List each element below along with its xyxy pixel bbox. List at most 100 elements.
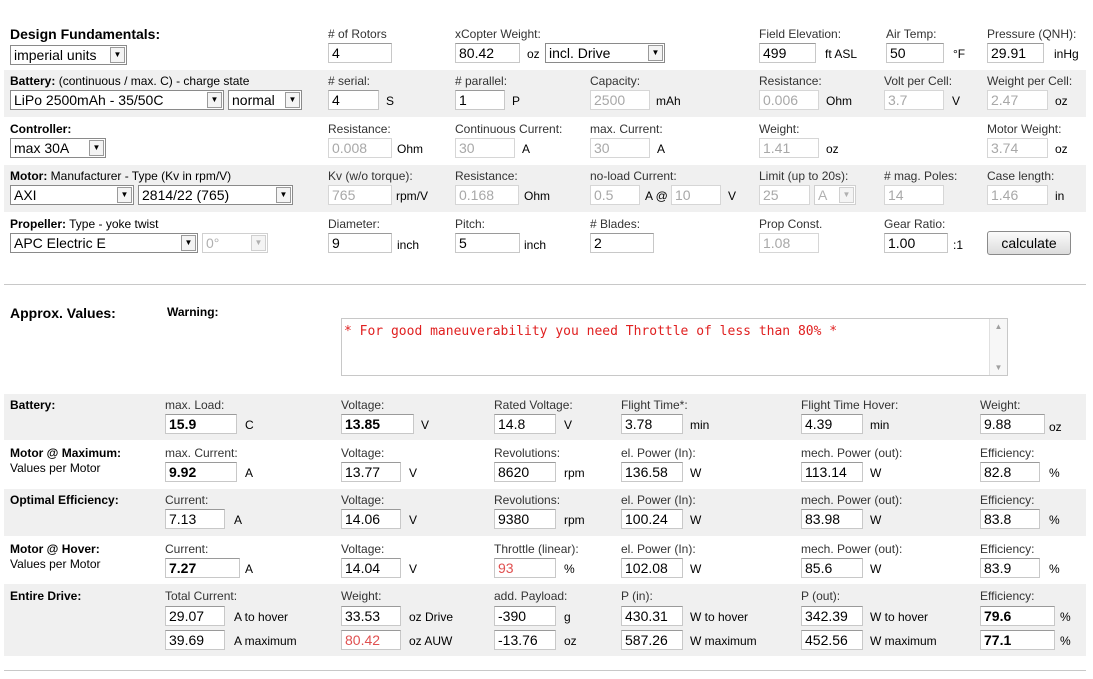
hover-eff-value: 83.9 (980, 558, 1040, 578)
copter-weight-input[interactable]: 80.42 (455, 43, 520, 63)
parallel-input[interactable]: 1 (455, 90, 505, 110)
volt-per-cell-input[interactable]: 3.7 (884, 90, 944, 110)
payload-oz-value: -13.76 (494, 630, 556, 650)
optimal-power-out-value: 83.98 (801, 509, 863, 529)
payload-g-value: -390 (494, 606, 556, 626)
chevron-down-icon: ▼ (181, 235, 196, 251)
warning-textarea[interactable]: * For good maneuverability you need Thro… (341, 318, 1008, 376)
current-limit-unit-select[interactable]: A ▼ (814, 185, 856, 205)
motor-max-rev-label: Revolutions: (494, 446, 561, 460)
units-select[interactable]: imperial units ▼ (10, 45, 127, 65)
scroll-up-icon[interactable]: ▲ (990, 322, 1007, 331)
hover-current-value: 7.27 (165, 558, 240, 578)
motor-resistance-input[interactable]: 0.168 (455, 185, 519, 205)
mag-poles-input[interactable]: 14 (884, 185, 944, 205)
motor-max-subtitle: Values per Motor (10, 461, 101, 475)
chevron-down-icon: ▼ (285, 92, 300, 108)
pitch-label: Pitch: (455, 217, 486, 231)
prop-const-input[interactable]: 1.08 (759, 233, 819, 253)
max-load-unit: C (245, 418, 254, 432)
propeller-heading: Propeller: Type - yoke twist (10, 217, 159, 231)
hover-voltage-value: 14.04 (341, 558, 401, 578)
current-limit-input[interactable]: 25 (759, 185, 810, 205)
max-current-label: max. Current: (590, 122, 663, 136)
scroll-down-icon[interactable]: ▼ (990, 363, 1007, 372)
warning-message: * For good maneuverability you need Thro… (344, 324, 838, 339)
battery-weight-unit: oz (1049, 420, 1062, 434)
weight-mode-select[interactable]: incl. Drive ▼ (545, 43, 665, 63)
optimal-power-in-label: el. Power (In): (621, 493, 696, 507)
max-current-input[interactable]: 30 (590, 138, 650, 158)
chevron-down-icon: ▼ (648, 45, 663, 61)
case-length-input[interactable]: 1.46 (987, 185, 1048, 205)
drive-eff-max-value: 77.1 (980, 630, 1055, 650)
motor-type-select[interactable]: 2814/22 (765) ▼ (138, 185, 293, 205)
chevron-down-icon: ▼ (110, 47, 125, 63)
noload-current-unit: A @ (645, 189, 668, 203)
flight-time-unit: min (690, 418, 710, 432)
motor-weight-input[interactable]: 3.74 (987, 138, 1048, 158)
hover-title: Motor @ Hover: (10, 542, 100, 556)
rotors-input[interactable]: 4 (328, 43, 392, 63)
total-current-label: Total Current: (165, 589, 238, 603)
diameter-input[interactable]: 9 (328, 233, 392, 253)
capacity-input[interactable]: 2500 (590, 90, 650, 110)
motor-max-current-unit: A (245, 466, 254, 480)
optimal-current-value: 7.13 (165, 509, 225, 529)
optimal-eff-label: Efficiency: (980, 493, 1035, 507)
optimal-voltage-unit: V (409, 513, 418, 527)
motor-max-eff-unit: % (1049, 466, 1060, 480)
chevron-down-icon: ▼ (251, 235, 266, 251)
motor-max-current-label: max. Current: (165, 446, 238, 460)
hover-power-in-value: 102.08 (621, 558, 683, 578)
kv-input[interactable]: 765 (328, 185, 392, 205)
drive-eff-hover-unit: % (1060, 610, 1071, 624)
controller-resistance-input[interactable]: 0.008 (328, 138, 392, 158)
pitch-input[interactable]: 5 (455, 233, 520, 253)
battery-weight-value: 9.88 (980, 414, 1045, 434)
elevation-input[interactable]: 499 (759, 43, 816, 63)
pressure-input[interactable]: 29.91 (987, 43, 1044, 63)
continuous-current-label: Continuous Current: (455, 122, 563, 136)
weight-per-cell-input[interactable]: 2.47 (987, 90, 1048, 110)
chevron-down-icon: ▼ (207, 92, 222, 108)
optimal-power-out-label: mech. Power (out): (801, 493, 903, 507)
charge-state-select[interactable]: normal ▼ (228, 90, 302, 110)
blades-input[interactable]: 2 (590, 233, 654, 253)
p-in-label: P (in): (621, 589, 653, 603)
controller-weight-label: Weight: (759, 122, 800, 136)
battery-type-select[interactable]: LiPo 2500mAh - 35/50C ▼ (10, 90, 224, 110)
rated-voltage-unit: V (564, 418, 573, 432)
calculate-button[interactable]: calculate (987, 231, 1071, 255)
optimal-voltage-value: 14.06 (341, 509, 401, 529)
parallel-unit: P (512, 94, 521, 108)
battery-heading: Battery: (continuous / max. C) - charge … (10, 74, 250, 88)
controller-select[interactable]: max 30A ▼ (10, 138, 106, 158)
hover-power-out-value: 85.6 (801, 558, 863, 578)
warning-scrollbar[interactable]: ▲ ▼ (989, 319, 1007, 375)
elevation-unit: ft ASL (825, 47, 858, 61)
motor-resistance-label: Resistance: (455, 169, 518, 183)
yoke-twist-select[interactable]: 0° ▼ (202, 233, 268, 253)
volt-per-cell-label: Volt per Cell: (884, 74, 953, 88)
serial-input[interactable]: 4 (328, 90, 379, 110)
weight-per-cell-unit: oz (1055, 94, 1068, 108)
noload-current-input[interactable]: 0.5 (590, 185, 640, 205)
noload-voltage-unit: V (728, 189, 737, 203)
noload-voltage-input[interactable]: 10 (671, 185, 721, 205)
motor-manufacturer-select[interactable]: AXI ▼ (10, 185, 134, 205)
bottom-divider (4, 670, 1086, 671)
battery-resistance-input[interactable]: 0.006 (759, 90, 819, 110)
diameter-unit: inch (397, 238, 420, 252)
gear-ratio-input[interactable]: 1.00 (884, 233, 948, 253)
drive-weight-label: Weight: (341, 589, 382, 603)
max-load-label: max. Load: (165, 398, 225, 412)
drive-weight-unit: oz Drive (409, 610, 454, 624)
continuous-current-input[interactable]: 30 (455, 138, 515, 158)
controller-title: Controller: (10, 122, 72, 136)
propeller-type-select[interactable]: APC Electric E ▼ (10, 233, 198, 253)
hover-voltage-unit: V (409, 562, 418, 576)
air-temp-input[interactable]: 50 (886, 43, 944, 63)
battery-resistance-unit: Ohm (826, 94, 853, 108)
controller-weight-input[interactable]: 1.41 (759, 138, 819, 158)
